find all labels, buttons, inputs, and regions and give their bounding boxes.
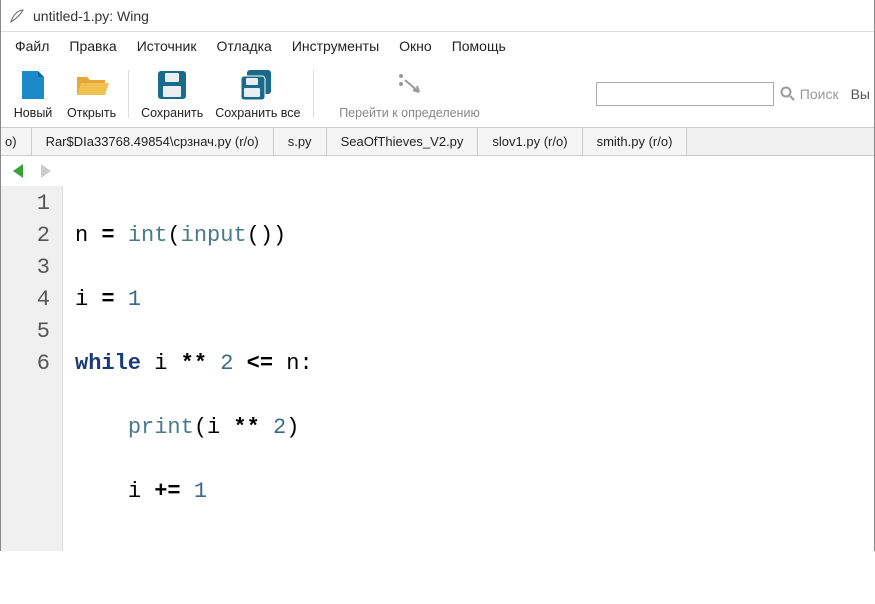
- menu-bar: Файл Правка Источник Отладка Инструменты…: [1, 32, 874, 60]
- line-number: 2: [1, 220, 50, 252]
- line-number: 4: [1, 284, 50, 316]
- search-icon: [780, 86, 796, 102]
- token-num: 1: [194, 479, 207, 504]
- goto-def-icon: [395, 72, 425, 98]
- token-paren: ): [286, 415, 299, 440]
- save-all-label: Сохранить все: [215, 106, 300, 120]
- search-label-text: Поиск: [800, 86, 839, 102]
- token-var: i: [207, 415, 220, 440]
- tab-srznach[interactable]: Rar$DIa33768.49854\срзнач.py (r/o): [32, 128, 274, 155]
- token-space: [141, 351, 154, 376]
- line-number: 1: [1, 188, 50, 220]
- code-area[interactable]: n = int(input()) i = 1 while i ** 2 <= n…: [63, 186, 874, 551]
- token-builtin: print: [128, 415, 194, 440]
- token-paren: (: [247, 223, 260, 248]
- token-var: i: [75, 287, 88, 312]
- save-button[interactable]: Сохранить: [135, 63, 209, 125]
- token-op: <=: [233, 351, 286, 376]
- token-op: **: [220, 415, 273, 440]
- menu-window[interactable]: Окно: [389, 34, 442, 58]
- token-op: **: [167, 351, 220, 376]
- code-line: while i ** 2 <= n:: [75, 348, 874, 380]
- token-var: i: [154, 351, 167, 376]
- menu-edit[interactable]: Правка: [59, 34, 126, 58]
- menu-debug[interactable]: Отладка: [207, 34, 282, 58]
- search-input[interactable]: [596, 82, 774, 106]
- tab-truncated-left[interactable]: o): [1, 128, 32, 155]
- search-box: Поиск: [596, 82, 839, 106]
- nav-arrows: [1, 156, 874, 186]
- goto-def-label: Перейти к определению: [339, 106, 480, 120]
- new-label: Новый: [14, 106, 53, 120]
- toolbar-separator: [313, 70, 314, 118]
- open-label: Открыть: [67, 106, 116, 120]
- token-paren: (: [167, 223, 180, 248]
- open-folder-icon: [75, 71, 109, 99]
- goto-definition-button[interactable]: Перейти к определению: [320, 63, 500, 125]
- token-op: =: [88, 287, 128, 312]
- search-label[interactable]: Поиск: [780, 86, 839, 102]
- save-disk-icon: [157, 70, 187, 100]
- token-paren: ): [260, 223, 273, 248]
- token-builtin: input: [181, 223, 247, 248]
- code-line: i += 1: [75, 476, 874, 508]
- code-line: i = 1: [75, 284, 874, 316]
- token-builtin: int: [128, 223, 168, 248]
- line-number: 5: [1, 316, 50, 348]
- token-var: n: [75, 223, 88, 248]
- nav-forward-icon[interactable]: [37, 162, 55, 180]
- save-all-button[interactable]: Сохранить все: [209, 63, 306, 125]
- toolbar: Новый Открыть Сохранить Сохранить все Пе…: [1, 60, 874, 128]
- line-number: 6: [1, 348, 50, 380]
- code-line: n = int(input()): [75, 220, 874, 252]
- token-indent: [75, 415, 128, 440]
- toolbar-separator: [128, 70, 129, 118]
- token-keyword: while: [75, 351, 141, 376]
- menu-file[interactable]: Файл: [5, 34, 59, 58]
- menu-tools[interactable]: Инструменты: [282, 34, 389, 58]
- nav-back-icon[interactable]: [9, 162, 27, 180]
- token-op: =: [88, 223, 128, 248]
- line-number: 3: [1, 252, 50, 284]
- tab-s-py[interactable]: s.py: [274, 128, 327, 155]
- menu-help[interactable]: Помощь: [442, 34, 516, 58]
- tab-smith[interactable]: smith.py (r/o): [583, 128, 688, 155]
- token-colon: :: [299, 351, 312, 376]
- token-indent: [75, 479, 128, 504]
- token-num: 1: [128, 287, 141, 312]
- file-tabs: o) Rar$DIa33768.49854\срзнач.py (r/o) s.…: [1, 128, 874, 156]
- save-all-icon: [240, 69, 276, 101]
- title-bar: untitled-1.py: Wing: [1, 0, 874, 32]
- token-paren: (: [194, 415, 207, 440]
- tab-slov1[interactable]: slov1.py (r/o): [478, 128, 582, 155]
- save-label: Сохранить: [141, 106, 203, 120]
- code-editor[interactable]: 1 2 3 4 5 6 n = int(input()) i = 1 while…: [1, 186, 874, 551]
- token-var: i: [128, 479, 141, 504]
- token-var: n: [286, 351, 299, 376]
- truncated-toolbar-text: Вы: [851, 86, 870, 102]
- menu-source[interactable]: Источник: [127, 34, 207, 58]
- token-num: 2: [273, 415, 286, 440]
- new-button[interactable]: Новый: [5, 63, 61, 125]
- tab-seaofthieves[interactable]: SeaOfThieves_V2.py: [327, 128, 479, 155]
- line-gutter: 1 2 3 4 5 6: [1, 186, 63, 551]
- code-line: print(i ** 2): [75, 412, 874, 444]
- open-button[interactable]: Открыть: [61, 63, 122, 125]
- token-num: 2: [220, 351, 233, 376]
- token-paren: ): [273, 223, 286, 248]
- wing-feather-icon: [9, 8, 25, 24]
- token-op: +=: [141, 479, 194, 504]
- new-file-icon: [20, 69, 46, 101]
- window-title: untitled-1.py: Wing: [33, 8, 149, 24]
